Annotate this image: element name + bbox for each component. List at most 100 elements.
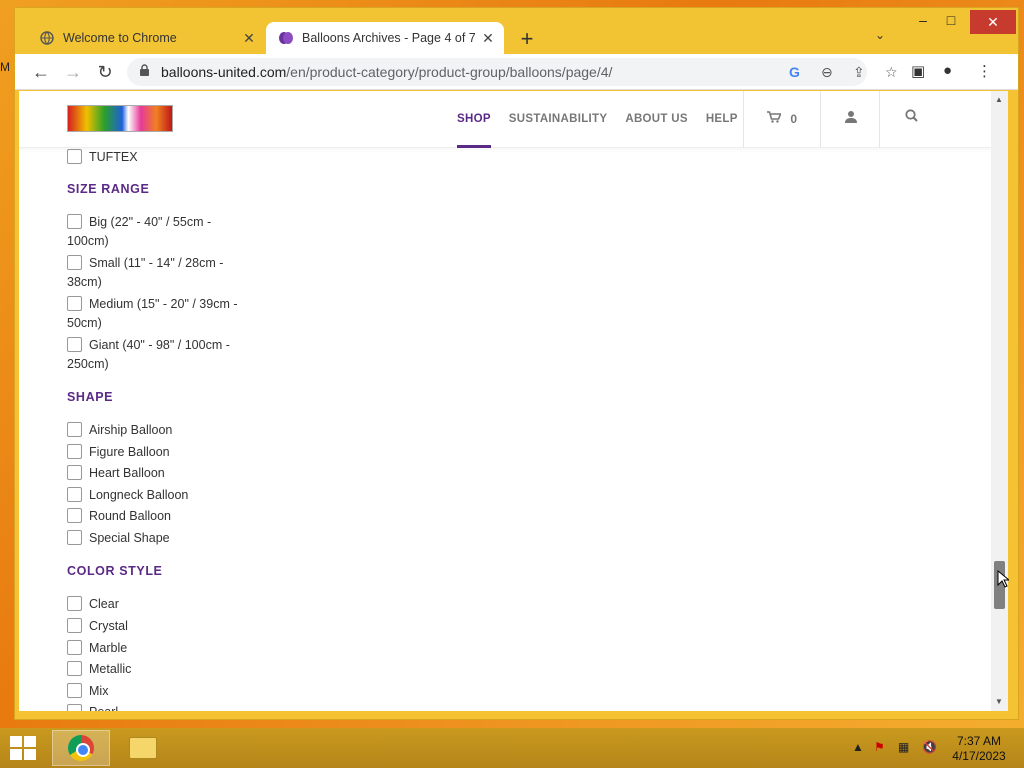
checkbox[interactable] [67,422,82,437]
filter-option-shape[interactable]: Airship Balloon [67,421,247,440]
checkbox[interactable] [67,255,82,270]
cart-count: 0 [790,112,798,126]
filter-option-color[interactable]: Crystal [67,617,247,636]
checkbox[interactable] [67,444,82,459]
show-hidden-icons-icon[interactable]: ▲ [852,740,864,754]
taskbar-file-explorer[interactable] [114,730,172,766]
filter-option-color[interactable]: Mix [67,682,247,701]
address-bar[interactable]: balloons-united.com/en/product-category/… [127,58,898,86]
system-clock[interactable]: 7:37 AM 4/17/2023 [946,734,1012,764]
reload-icon[interactable]: ↻ [93,60,117,84]
share-icon[interactable]: ⇪ [853,64,865,81]
header-divider [743,91,744,148]
checkbox[interactable] [67,296,82,311]
filter-option-color[interactable]: Clear [67,595,247,614]
side-panel-icon[interactable]: ▣ [911,62,925,80]
clock-time: 7:37 AM [956,734,1002,748]
profile-icon[interactable]: ● [943,62,952,79]
back-icon[interactable]: ← [29,60,53,84]
checkbox[interactable] [67,337,82,352]
scroll-down-icon[interactable]: ▼ [995,697,1003,706]
scroll-up-icon[interactable]: ▲ [995,95,1003,104]
user-icon[interactable] [845,110,857,126]
taskbar: ▲ ⚑ ▦ 🔇 7:37 AM 4/17/2023 [0,728,1024,768]
page-scrollbar[interactable]: ▲ ▼ [991,91,1008,711]
nav-shop[interactable]: SHOP [457,91,491,148]
checkbox[interactable] [67,596,82,611]
close-tab-icon[interactable]: ✕ [478,30,498,47]
windows-start-icon[interactable] [10,736,36,760]
google-icon[interactable]: G [789,64,800,80]
filter-option-size[interactable]: Small (11" - 14" / 28cm - 38cm) [67,254,247,292]
filter-option-size[interactable]: Giant (40" - 98" / 100cm - 250cm) [67,336,247,374]
checkbox[interactable] [67,149,82,164]
filter-option-size[interactable]: Medium (15" - 20" / 39cm - 50cm) [67,295,247,333]
checkbox[interactable] [67,487,82,502]
checkbox[interactable] [67,661,82,676]
checkbox[interactable] [67,618,82,633]
chevron-down-icon[interactable]: ⌄ [875,28,885,42]
shape-heading: SHAPE [67,390,114,404]
browser-toolbar: ← → ↻ balloons-united.com/en/product-cat… [15,54,1018,90]
filter-option-shape[interactable]: Special Shape [67,529,247,548]
close-tab-icon[interactable]: ✕ [239,30,259,47]
main-nav: SHOP SUSTAINABILITY ABOUT US HELP [457,91,756,148]
chrome-icon [68,735,94,761]
checkbox[interactable] [67,704,82,711]
minimize-button[interactable]: – [913,12,933,34]
nav-about-us[interactable]: ABOUT US [625,91,687,148]
tab-title: Welcome to Chrome [63,31,177,45]
size-range-heading: SIZE RANGE [67,182,150,196]
tab-title: Balloons Archives - Page 4 of 7 - [302,31,478,45]
chrome-window: Welcome to Chrome ✕ Balloons Archives - … [14,7,1019,720]
close-window-button[interactable]: ✕ [970,10,1016,34]
checkbox[interactable] [67,214,82,229]
forward-icon[interactable]: → [61,60,85,84]
taskbar-chrome[interactable] [52,730,110,766]
nav-help[interactable]: HELP [706,91,738,148]
tab-welcome[interactable]: Welcome to Chrome ✕ [21,22,265,54]
checkbox[interactable] [67,465,82,480]
action-center-flag-icon[interactable]: ⚑ [874,740,885,754]
url-domain: balloons-united.com [161,64,287,80]
filter-option-size[interactable]: Big (22" - 40" / 55cm - 100cm) [67,213,247,251]
url-path: /en/product-category/product-group/ballo… [286,64,613,80]
volume-muted-icon[interactable]: 🔇 [922,740,937,754]
checkbox[interactable] [67,508,82,523]
mouse-cursor-icon [997,569,1011,593]
filter-option-color[interactable]: Marble [67,639,247,658]
lock-icon [139,64,150,80]
filter-option-shape[interactable]: Round Balloon [67,507,247,526]
filter-option-shape[interactable]: Longneck Balloon [67,486,247,505]
header-divider [879,91,880,148]
new-tab-button[interactable]: + [515,26,539,52]
maximize-button[interactable]: □ [941,12,961,34]
zoom-icon[interactable]: ⊖ [821,64,833,81]
checkbox[interactable] [67,683,82,698]
network-icon[interactable]: ▦ [898,740,909,754]
filter-option-color[interactable]: Metallic [67,660,247,679]
site-logo[interactable] [67,105,173,132]
filter-option-color[interactable]: Pearl [67,703,247,711]
globe-icon [39,30,55,46]
cart-button[interactable]: 0 [767,111,797,126]
color-style-heading: COLOR STYLE [67,564,163,578]
clock-date: 4/17/2023 [952,749,1006,763]
bookmark-star-icon[interactable]: ☆ [885,64,898,81]
filter-option-shape[interactable]: Figure Balloon [67,443,247,462]
menu-icon[interactable]: ⋮ [977,62,992,80]
tab-strip: Welcome to Chrome ✕ Balloons Archives - … [15,8,1018,54]
cart-icon [767,111,784,126]
page-viewport: SHOP SUSTAINABILITY ABOUT US HELP 0 TUFT… [19,91,991,711]
header-divider [820,91,821,148]
site-header: SHOP SUSTAINABILITY ABOUT US HELP 0 [19,91,991,148]
search-icon[interactable] [905,109,918,125]
checkbox[interactable] [67,640,82,655]
filter-option-tuftex[interactable]: TUFTEX [67,148,247,167]
filter-option-shape[interactable]: Heart Balloon [67,464,247,483]
url-text: balloons-united.com/en/product-category/… [161,64,612,80]
checkbox[interactable] [67,530,82,545]
tab-balloons[interactable]: Balloons Archives - Page 4 of 7 - ✕ [266,22,504,54]
balloon-icon [278,30,294,46]
nav-sustainability[interactable]: SUSTAINABILITY [509,91,608,148]
